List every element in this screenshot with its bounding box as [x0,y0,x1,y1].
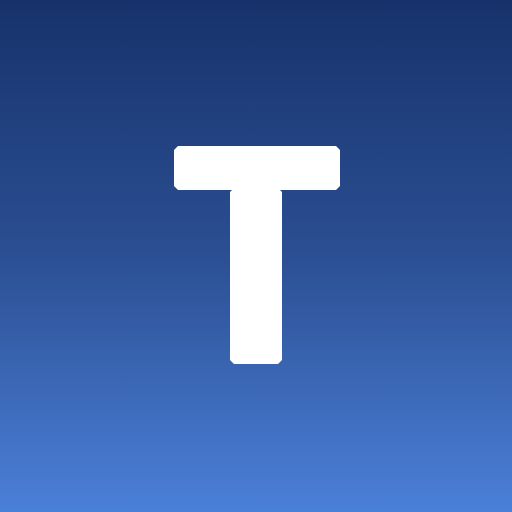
letter-t-icon [0,0,512,512]
app-icon-background [0,0,512,512]
